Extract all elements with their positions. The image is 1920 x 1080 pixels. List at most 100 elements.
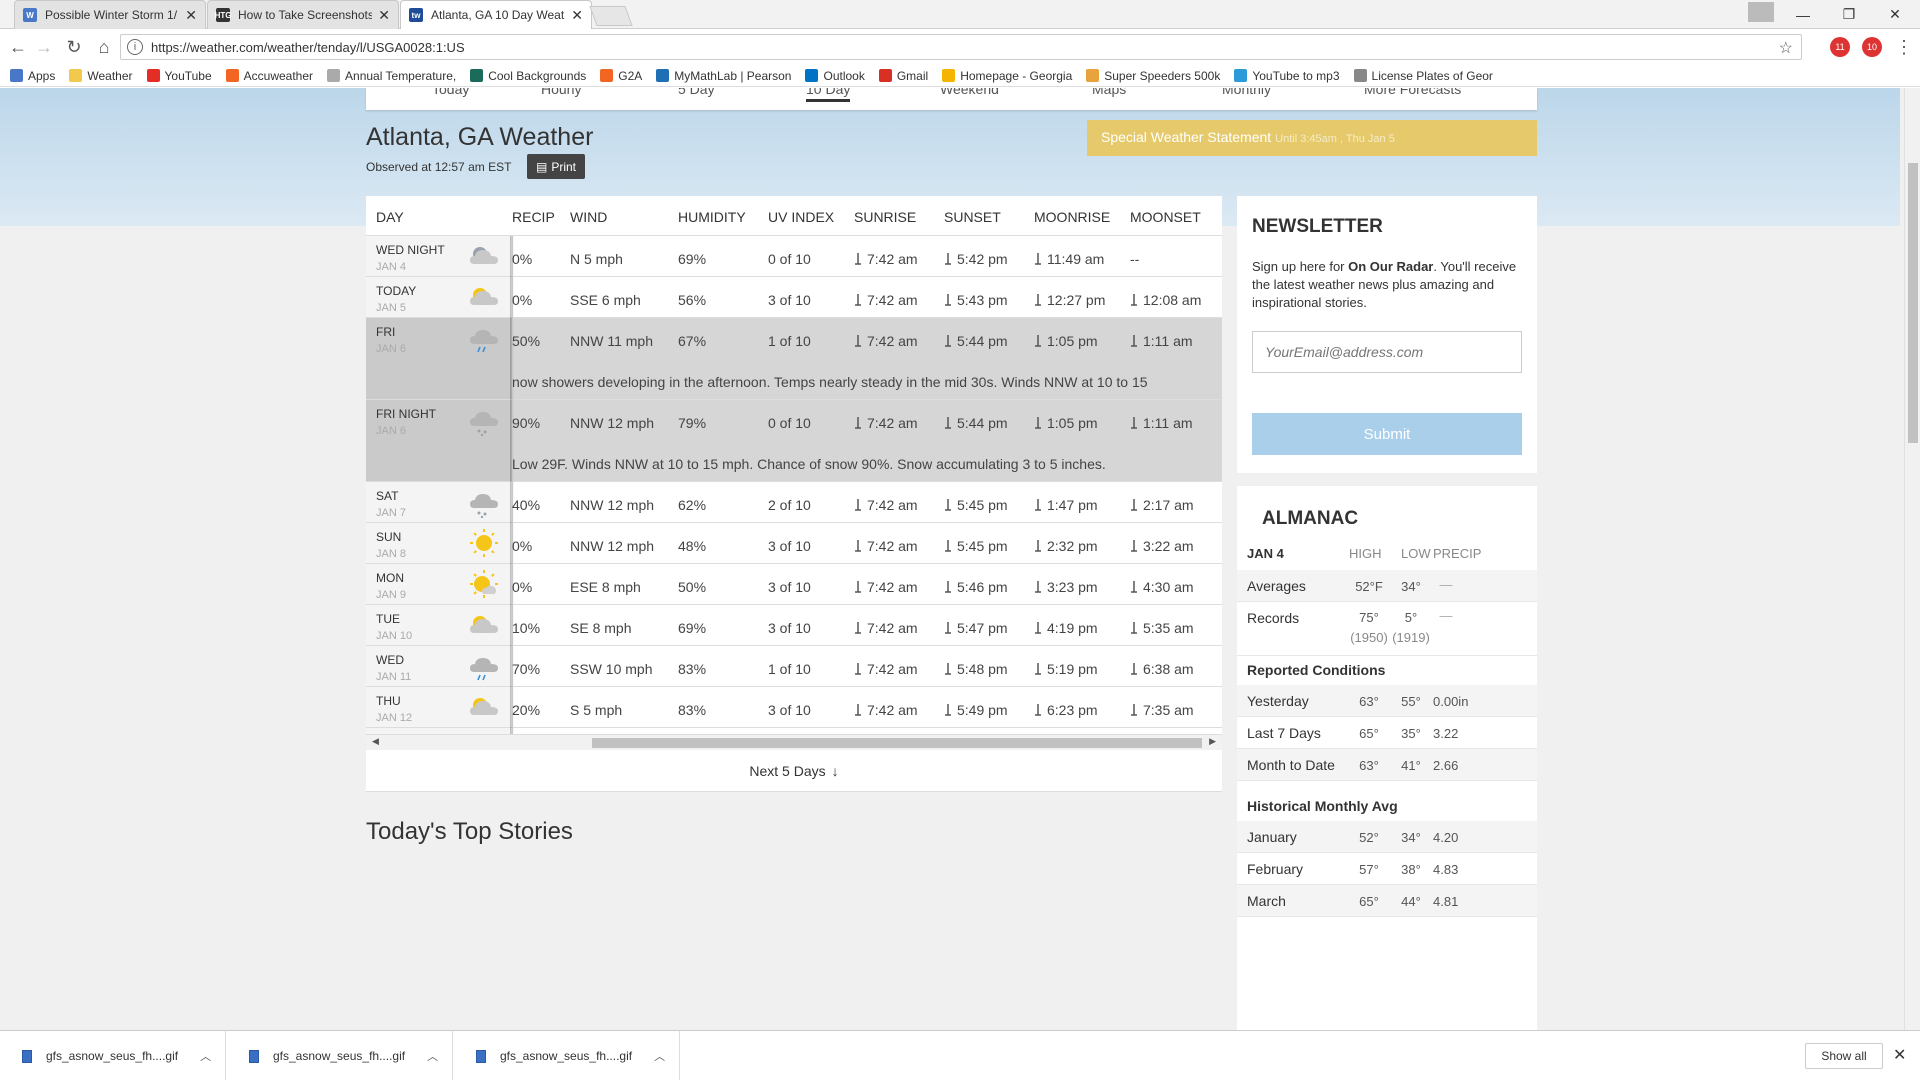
extension-badge-icon[interactable]: 11 [1830, 37, 1850, 57]
show-all-button[interactable]: Show all [1805, 1043, 1883, 1069]
url-text[interactable]: https://weather.com/weather/tenday/l/USG… [151, 40, 465, 55]
bookmark-11[interactable]: Super Speeders 500k [1086, 69, 1220, 83]
day-date: JAN 12 [376, 712, 413, 724]
browser-tab-1[interactable]: W Possible Winter Storm 1/ ✕ [14, 0, 206, 29]
email-input[interactable] [1252, 331, 1522, 373]
bookmark-0[interactable]: Apps [10, 69, 55, 83]
forecast-row[interactable]: FRI NIGHT JAN 6 90% NNW 12 mph 79% 0 of 10 7:4… [366, 400, 1222, 482]
download-item[interactable]: gfs_asnow_seus_fh....gif ︿ [454, 1031, 680, 1080]
forecast-row[interactable]: WED NIGHT JAN 4 0% N 5 mph 69% 0 of 10 7:42 am… [366, 236, 1222, 277]
back-arrow-icon[interactable]: ← [6, 35, 30, 59]
humidity-cell: 62% [678, 497, 706, 513]
minimize-icon[interactable]: — [1780, 0, 1826, 29]
submit-button[interactable]: Submit [1252, 413, 1522, 455]
new-tab-button[interactable] [589, 6, 633, 26]
bookmark-3[interactable]: Accuweather [225, 69, 313, 83]
print-button[interactable]: ▤ Print [527, 154, 585, 179]
address-bar[interactable]: i https://weather.com/weather/tenday/l/U… [120, 34, 1802, 60]
top-stories-heading: Today's Top Stories [366, 818, 573, 845]
weather-wave-icon: W [23, 8, 37, 22]
bookmark-star-icon[interactable]: ☆ [1779, 38, 1793, 58]
forecast-row[interactable]: TODAY JAN 5 0% SSE 6 mph 56% 3 of 10 7:42 am 5:… [366, 277, 1222, 318]
bookmark-label: Cool Backgrounds [488, 68, 587, 83]
chevron-up-icon[interactable]: ︿ [654, 1048, 665, 1064]
moonset-cell: 3:22 am [1130, 538, 1194, 554]
restore-icon[interactable]: ❐ [1826, 0, 1872, 29]
next-5-days-button[interactable]: Next 5 Days ↓ [366, 750, 1222, 792]
forecast-row[interactable]: THU JAN 12 20% S 5 mph 83% 3 of 10 7:42 am 5:49… [366, 687, 1222, 728]
special-weather-alert[interactable]: Special Weather Statement Until 3:45am , … [1087, 120, 1537, 156]
chevron-up-icon[interactable]: ︿ [427, 1048, 438, 1064]
moonrise-icon [1034, 293, 1042, 306]
forecast-row[interactable]: FRI JAN 6 50% NNW 11 mph 67% 1 of 10 7:42 am 5:… [366, 318, 1222, 400]
table-scrollbar-thumb[interactable] [592, 738, 1202, 748]
home-icon[interactable]: ⌂ [92, 35, 116, 59]
moonrise-cell: 5:19 pm [1034, 661, 1098, 677]
day-cell: SUN JAN 8 [366, 523, 513, 563]
bookmark-2[interactable]: YouTube [146, 69, 212, 83]
bookmark-12[interactable]: YouTube to mp3 [1234, 69, 1340, 83]
download-item[interactable]: gfs_asnow_seus_fh....gif ︿ [227, 1031, 453, 1080]
moonset-cell: 1:11 am [1130, 415, 1193, 431]
moonrise-icon [1034, 703, 1042, 716]
forward-arrow-icon[interactable]: → [32, 35, 56, 59]
scroll-right-icon[interactable]: ▶ [1209, 736, 1216, 747]
subnav-hourly[interactable]: Hourly [541, 88, 581, 97]
menu-dots-icon[interactable]: ⋮ [1892, 35, 1916, 59]
browser-tab-3[interactable]: tw Atlanta, GA 10 Day Weat ✕ [400, 0, 592, 29]
almanac-precip-header: PRECIP [1433, 546, 1482, 561]
subnav-5-day[interactable]: 5 Day [678, 88, 715, 97]
day-name: SUN [376, 530, 402, 544]
subnav-more-forecasts[interactable]: More Forecasts [1364, 88, 1461, 97]
subnav-today[interactable]: Today [432, 88, 469, 97]
precip-cell: 0% [512, 251, 532, 267]
close-window-icon[interactable]: ✕ [1872, 0, 1918, 29]
sunrise-cell: 7:42 am [854, 661, 918, 677]
bookmark-10[interactable]: Homepage - Georgia [942, 69, 1072, 83]
bookmark-4[interactable]: Annual Temperature, [327, 69, 456, 83]
chevron-up-icon[interactable]: ︿ [200, 1048, 211, 1064]
scroll-left-icon[interactable]: ◀ [372, 736, 379, 747]
subnav-maps[interactable]: Maps [1092, 88, 1126, 97]
moonrise-value: 12:27 pm [1047, 292, 1106, 308]
reload-icon[interactable]: ↻ [62, 35, 86, 59]
moonset-value: 2:17 am [1143, 497, 1194, 513]
close-tab-icon[interactable]: ✕ [571, 7, 583, 24]
bookmark-7[interactable]: MyMathLab | Pearson [656, 69, 791, 83]
forecast-row[interactable]: SAT JAN 7 40% NNW 12 mph 62% 2 of 10 7:42 am 5:… [366, 482, 1222, 523]
bookmark-13[interactable]: License Plates of Geor [1353, 69, 1493, 83]
browser-tab-2[interactable]: HTG How to Take Screenshots ✕ [207, 0, 399, 29]
day-name: WED [376, 653, 404, 667]
user-profile-icon[interactable] [1748, 2, 1774, 22]
sunset-icon [944, 539, 952, 552]
close-tab-icon[interactable]: ✕ [185, 7, 197, 24]
uv-value: 3 of 10 [768, 579, 811, 595]
page-scrollbar-thumb[interactable] [1908, 163, 1918, 443]
adblock-icon[interactable]: 10 [1862, 37, 1882, 57]
day-date: JAN 5 [376, 302, 406, 314]
bookmark-1[interactable]: Weather [69, 69, 133, 83]
newsletter-text-bold: On Our Radar [1348, 259, 1434, 274]
download-item[interactable]: gfs_asnow_seus_fh....gif ︿ [0, 1031, 226, 1080]
table-horizontal-scrollbar[interactable]: ◀ ▶ [366, 734, 1222, 750]
page-scrollbar[interactable] [1904, 88, 1920, 1030]
subnav-10-day[interactable]: 10 Day [806, 88, 851, 102]
moonset-value: 12:08 am [1143, 292, 1202, 308]
close-tab-icon[interactable]: ✕ [378, 7, 390, 24]
info-icon[interactable]: i [127, 39, 143, 55]
forecast-row[interactable]: MON JAN 9 0% ESE 8 mph 50% 3 of 10 7:42 am 5:46… [366, 564, 1222, 605]
sunset-value: 5:43 pm [957, 292, 1008, 308]
subnav-monthly[interactable]: Monthly [1222, 88, 1271, 97]
bookmark-9[interactable]: Gmail [878, 69, 928, 83]
forecast-row[interactable]: TUE JAN 10 10% SE 8 mph 69% 3 of 10 7:42 am 5:4… [366, 605, 1222, 646]
forecast-row[interactable]: SUN JAN 8 0% NNW 12 mph 48% 3 of 10 7:42 am 5:4… [366, 523, 1222, 564]
bookmark-5[interactable]: Cool Backgrounds [470, 69, 586, 83]
partly-cloudy-icon [466, 283, 502, 313]
forecast-row[interactable]: WED JAN 11 70% SSW 10 mph 83% 1 of 10 7:42 am 5… [366, 646, 1222, 687]
close-downloads-icon[interactable]: ✕ [1893, 1045, 1906, 1065]
subnav-weekend[interactable]: Weekend [940, 88, 999, 97]
bookmark-6[interactable]: G2A [600, 69, 642, 83]
bookmark-8[interactable]: Outlook [805, 69, 865, 83]
almanac-row: Month to Date 63° 41° 2.66 [1237, 749, 1537, 781]
arrow-down-icon: ↓ [831, 762, 839, 779]
